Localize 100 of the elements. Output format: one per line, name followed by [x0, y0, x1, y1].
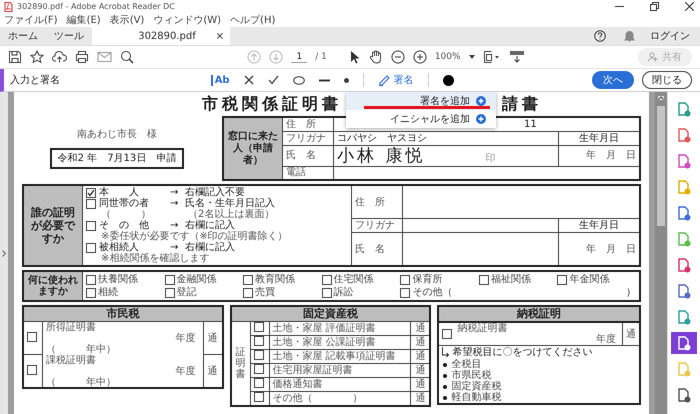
zoom-out-icon[interactable]: [390, 50, 405, 64]
option-label: 教育関係: [255, 274, 296, 285]
sign-button[interactable]: 署名: [378, 73, 414, 87]
menu-item[interactable]: 編集(E): [66, 13, 101, 27]
bell-icon[interactable]: [624, 30, 635, 42]
checkbox[interactable]: [86, 242, 96, 252]
checkbox[interactable]: [254, 378, 264, 388]
checkbox[interactable]: [400, 274, 410, 284]
tab[interactable]: ホーム: [0, 27, 46, 45]
ellipse-icon[interactable]: [292, 76, 305, 84]
option-instruction: 右欄に記入: [184, 242, 235, 253]
menu-item[interactable]: ファイル(F): [4, 13, 58, 27]
checkbox[interactable]: [442, 329, 452, 339]
checkbox[interactable]: [86, 198, 96, 208]
copies-unit: 通: [203, 322, 223, 354]
option-label: 扶養関係: [98, 274, 138, 285]
hand-icon[interactable]: [368, 50, 383, 64]
checkbox[interactable]: [254, 364, 264, 374]
tax-item: 固定資産税: [451, 381, 502, 392]
certificate-name: 評価証明書: [326, 323, 376, 334]
scroll-up-icon[interactable]: [658, 96, 664, 100]
copies-unit: 通: [410, 364, 430, 378]
arrow-text: →: [170, 198, 180, 209]
expand-caret-icon[interactable]: [2, 250, 6, 256]
blank-parentheses: （ ）: [100, 209, 152, 220]
tax-item: 軽自動車税: [451, 392, 502, 403]
close-button[interactable]: 閉じる: [642, 71, 692, 89]
checkbox[interactable]: [164, 288, 175, 298]
menu-item[interactable]: 署名を追加: [346, 92, 496, 110]
close-icon[interactable]: [685, 2, 694, 11]
checkbox[interactable]: [26, 364, 37, 374]
help-icon[interactable]: [594, 30, 606, 42]
checkbox[interactable]: [254, 392, 264, 402]
window-title: 302890.pdf - Adobe Acrobat Reader DC: [17, 2, 175, 11]
tab[interactable]: 302890.pdf ×: [92, 27, 230, 45]
line-icon[interactable]: [318, 78, 330, 82]
close-tab-button[interactable]: ×: [216, 30, 224, 42]
checkbox[interactable]: [26, 332, 37, 342]
scroll-mode-icon[interactable]: [508, 50, 525, 64]
option-instruction: 右欄記入不要: [184, 187, 245, 198]
checkbox[interactable]: [254, 336, 264, 346]
page-number-field[interactable]: 1: [291, 52, 308, 62]
save-icon[interactable]: [8, 50, 22, 64]
checkbox[interactable]: [86, 288, 96, 298]
check-mark-icon[interactable]: [268, 75, 279, 85]
mail-icon[interactable]: [97, 51, 112, 63]
copies-unit: 通: [410, 336, 430, 350]
next-button[interactable]: 次へ: [592, 71, 634, 89]
checkbox[interactable]: [322, 288, 332, 298]
certificate-name: その他（ ）: [272, 393, 363, 404]
checkbox[interactable]: [86, 188, 96, 198]
star-icon[interactable]: [30, 50, 44, 64]
panel-heading: 市民税: [22, 306, 223, 322]
checkbox[interactable]: [254, 322, 264, 332]
certificate-name: 住宅用家屋証明書: [272, 365, 353, 376]
menu-item[interactable]: 表示(V): [110, 13, 144, 27]
applicant-name: 小林 康悦: [336, 146, 426, 166]
checkbox[interactable]: [164, 274, 175, 284]
maximize-icon[interactable]: [650, 2, 659, 11]
print-icon[interactable]: [75, 50, 89, 64]
fit-page-icon[interactable]: [482, 50, 501, 64]
certificate-name: 所得証明書: [46, 322, 97, 333]
cross-mark-icon[interactable]: [244, 75, 254, 85]
scrollbar-thumb[interactable]: [657, 106, 666, 226]
tool-button[interactable]: [671, 332, 698, 354]
checkbox[interactable]: [86, 220, 96, 230]
checkbox[interactable]: [478, 274, 489, 284]
cloud-upload-icon[interactable]: [52, 50, 67, 64]
checkbox[interactable]: [254, 350, 264, 360]
dot-icon[interactable]: [344, 78, 349, 82]
option-label: 被相続人: [98, 242, 140, 253]
document-icon: [677, 336, 692, 350]
checkbox[interactable]: [400, 288, 410, 298]
zoom-in-icon[interactable]: [412, 50, 427, 64]
zoom-dropdown[interactable]: 100%: [434, 52, 475, 62]
tool-title: 入力と署名: [10, 74, 60, 87]
checkbox[interactable]: [86, 274, 96, 284]
checkbox[interactable]: [243, 274, 254, 284]
pen-icon: [378, 74, 391, 86]
menu-item[interactable]: ヘルプ(H): [230, 13, 276, 27]
option-label: 売買: [255, 287, 276, 298]
land-building-label: 土地・家屋: [272, 351, 323, 362]
checkbox[interactable]: [557, 274, 568, 284]
year-label: 年度: [176, 333, 197, 344]
login-link[interactable]: ログイン: [650, 29, 690, 43]
checkbox[interactable]: [243, 288, 254, 298]
add-text-button[interactable]: Ab: [210, 74, 230, 86]
search-icon[interactable]: [120, 50, 134, 64]
bullet-icon: [443, 374, 448, 378]
menu-item[interactable]: ウィンドウ(W): [153, 13, 222, 27]
cursor-icon[interactable]: [348, 50, 361, 64]
option-label: 登記: [176, 287, 197, 298]
option-label: 訴訟: [334, 287, 354, 298]
ink-color-swatch[interactable]: [442, 74, 454, 86]
checkbox[interactable]: [322, 274, 332, 284]
scrollbar[interactable]: [655, 92, 668, 414]
field-label: 氏 名: [282, 145, 334, 166]
certificate-name: 価格通知書: [272, 379, 323, 390]
year-label: 年度: [176, 366, 197, 376]
tab[interactable]: ツール: [46, 27, 92, 45]
